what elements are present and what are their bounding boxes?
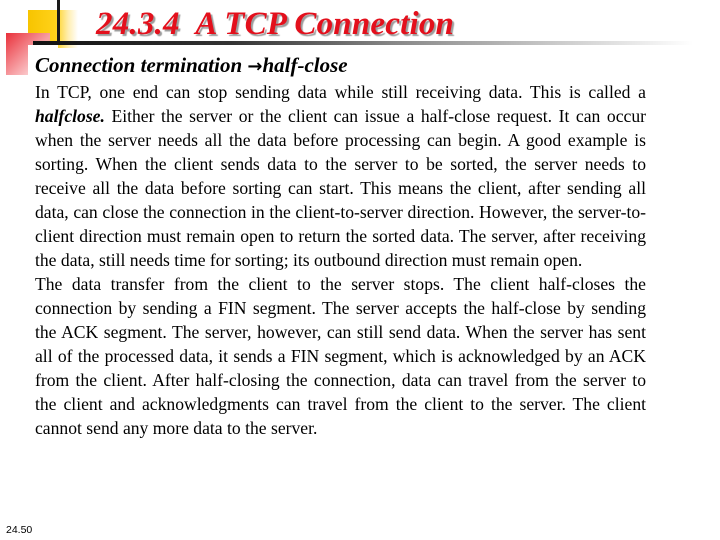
slide-title: 24.3.4 A TCP Connection xyxy=(96,6,455,42)
right-arrow-icon: → xyxy=(247,56,263,77)
decoration-vertical-line xyxy=(57,0,60,43)
slide-subtitle: Connection termination →half-close xyxy=(35,52,348,80)
paragraph-half-close-intro: In TCP, one end can stop sending data wh… xyxy=(35,80,646,272)
subtitle-suffix: half-close xyxy=(262,53,348,77)
subtitle-prefix: Connection termination xyxy=(35,53,243,77)
paragraph-half-close-process: The data transfer from the client to the… xyxy=(35,274,646,438)
slide-body: In TCP, one end can stop sending data wh… xyxy=(35,80,646,440)
page-number: 24.50 xyxy=(6,524,33,536)
paragraph1-part2: Either the server or the client can issu… xyxy=(35,106,646,270)
paragraph1-part1: In TCP, one end can stop sending data wh… xyxy=(35,82,646,102)
halfclose-term: halfclose. xyxy=(35,106,105,126)
